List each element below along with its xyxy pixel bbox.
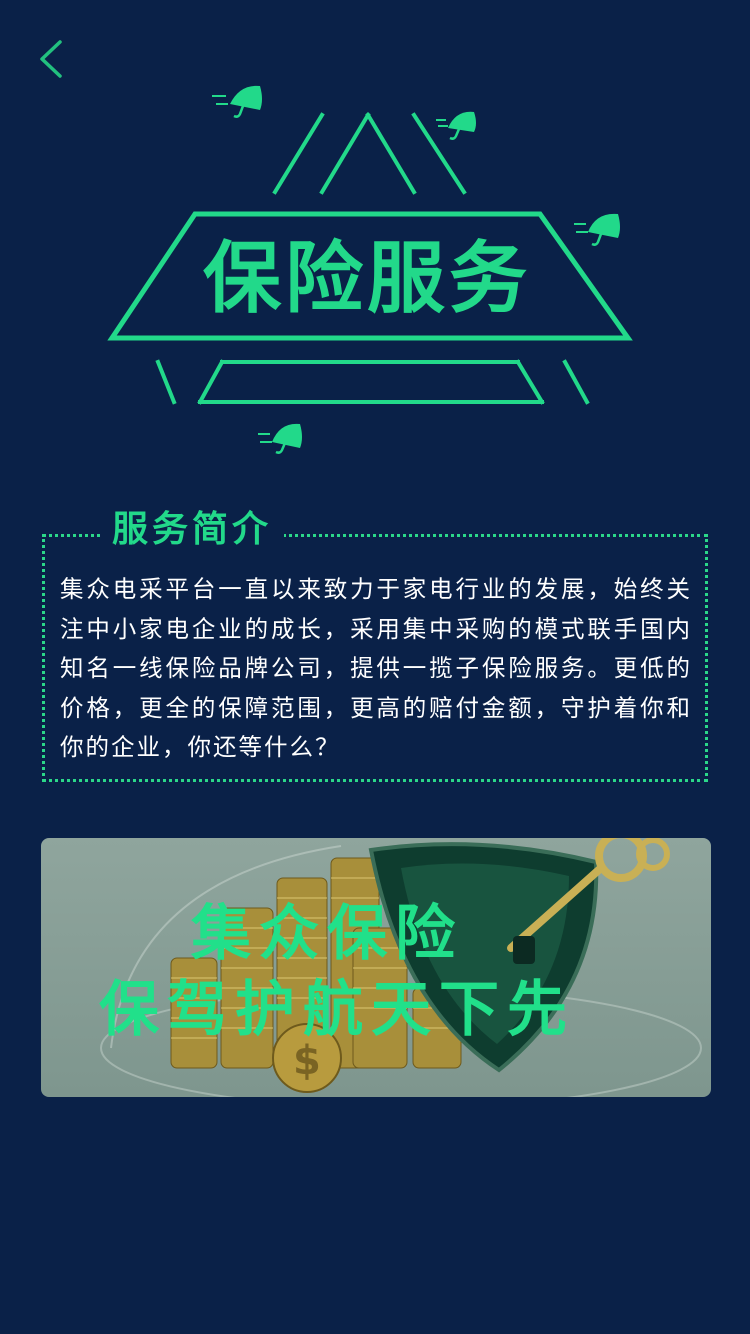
umbrella-icon [574,213,620,246]
umbrella-icon [212,85,262,118]
banner-headline: 集众保险 [191,899,463,969]
service-intro-text: 集众电采平台一直以来致力于家电行业的发展，始终关注中小家电企业的成长，采用集中采… [60,575,692,761]
chevron-left-icon [40,40,62,78]
banner-slogan: 保驾护航天下先 [99,975,575,1045]
umbrella-icon [258,423,302,454]
back-button[interactable] [30,36,76,82]
page-title: 保险服务 [202,234,531,324]
insurance-promo-banner[interactable]: $ 集众保险 保驾护航天下先 [41,838,711,1097]
service-intro-title: 服务简介 [100,506,285,554]
umbrella-icon [436,111,476,140]
hero-banner: 保险服务 [0,80,750,480]
